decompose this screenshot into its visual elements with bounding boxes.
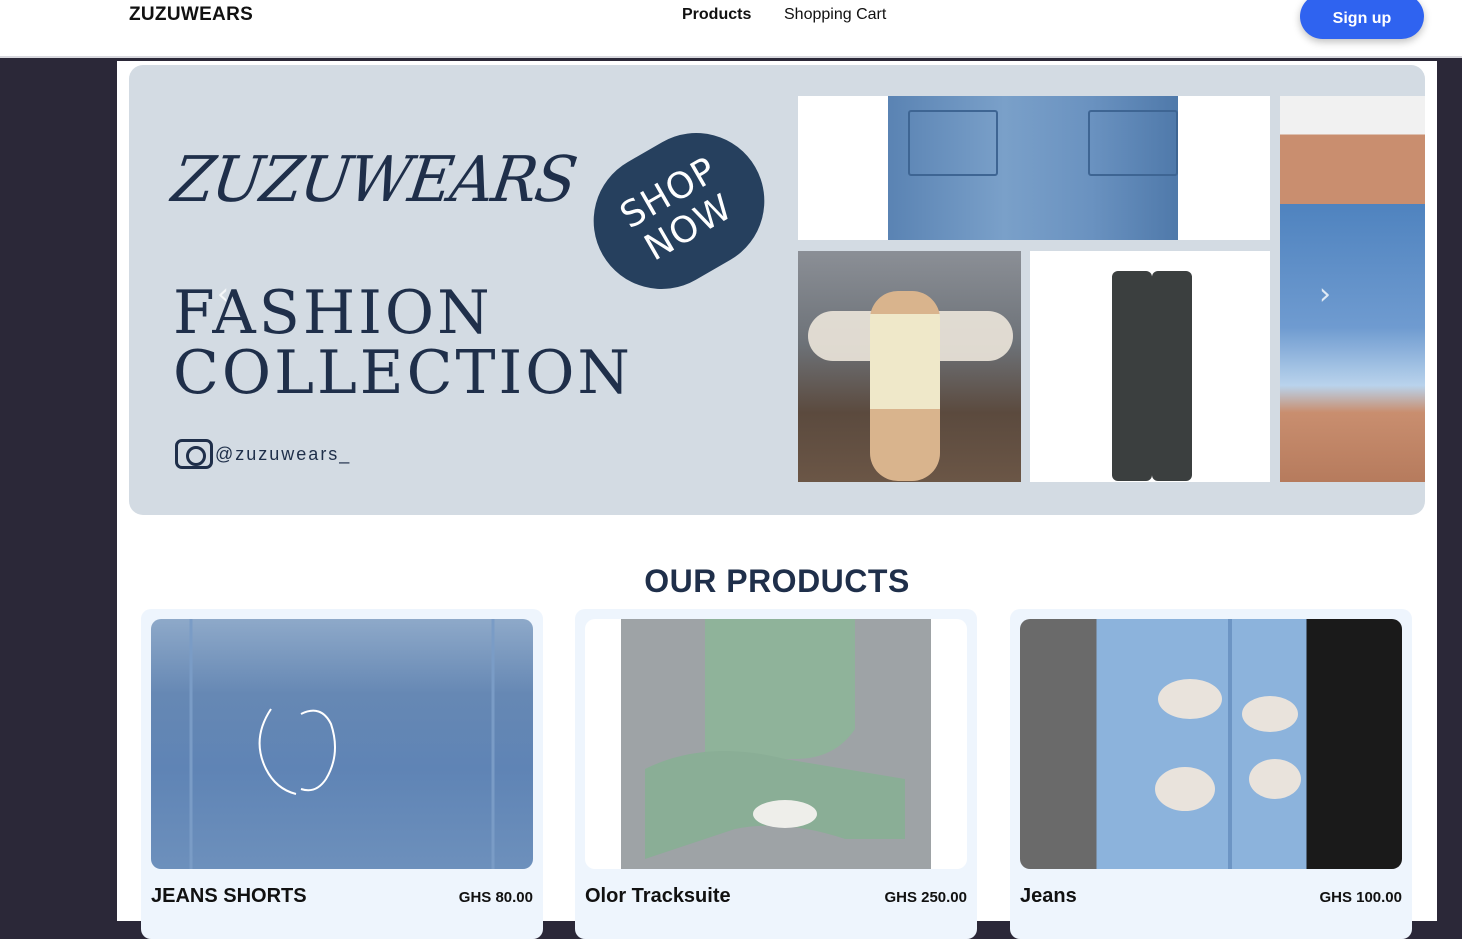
product-name[interactable]: Jeans [1020,885,1077,908]
denim-skirt-photo [798,96,1270,240]
brand-logo[interactable]: ZUZUWEARS [129,4,253,26]
product-price: GHS 100.00 [1319,889,1402,906]
product-card-jeans-shorts[interactable]: JEANS SHORTS GHS 80.00 [141,609,543,939]
product-image[interactable] [151,619,533,869]
face-line-art-icon [189,619,495,869]
ripped-shorts-photo [1280,96,1425,482]
product-price: GHS 250.00 [884,889,967,906]
instagram-handle-text: @zuzuwears_ [215,443,352,464]
pants-leg-right [1152,271,1192,481]
nav-shopping-cart-link[interactable]: Shopping Cart [784,6,886,24]
product-card-olor-tracksuite[interactable]: Olor Tracksuite GHS 250.00 [575,609,977,939]
ripped-jeans-illustration [1155,619,1301,869]
product-image[interactable] [1020,619,1402,869]
shop-now-text: SHOP NOW [613,149,740,270]
romper-photo [798,251,1021,482]
hero-headline-line2: COLLECTION [173,338,633,408]
carousel-next-arrow-icon[interactable]: › [1319,277,1331,312]
skirt-pocket-left [908,110,998,176]
hero-brand-script: ZUZUWEARS [167,143,580,217]
nav-products-link[interactable]: Products [682,6,751,24]
instagram-icon [175,439,213,469]
product-image[interactable] [585,619,967,869]
sign-up-button[interactable]: Sign up [1300,0,1424,39]
hero-headline-line1: FASHION [173,278,493,348]
instagram-handle: @zuzuwears_ [175,439,351,469]
carousel-prev-arrow-icon[interactable]: ‹ [217,277,229,312]
pants-leg-left [1112,271,1152,481]
top-navbar: ZUZUWEARS Products Shopping Cart Sign up [0,0,1462,58]
our-products-heading: OUR PRODUCTS [644,563,910,599]
skirt-pocket-right [1088,110,1178,176]
graphic-pants-photo [1030,251,1270,482]
denim-skirt-shape [888,96,1178,240]
tracksuit-illustration [621,619,931,869]
hero-carousel: ZUZUWEARS SHOP NOW FASHION COLLECTION @zu… [129,65,1425,515]
model-romper-shape [870,291,940,481]
hero-headline: FASHION COLLECTION [173,283,633,403]
product-name[interactable]: Olor Tracksuite [585,885,731,908]
main-content: ZUZUWEARS SHOP NOW FASHION COLLECTION @zu… [117,61,1437,939]
product-name[interactable]: JEANS SHORTS [151,885,307,908]
product-price: GHS 80.00 [458,889,533,906]
product-card-jeans[interactable]: Jeans GHS 100.00 [1010,609,1412,939]
